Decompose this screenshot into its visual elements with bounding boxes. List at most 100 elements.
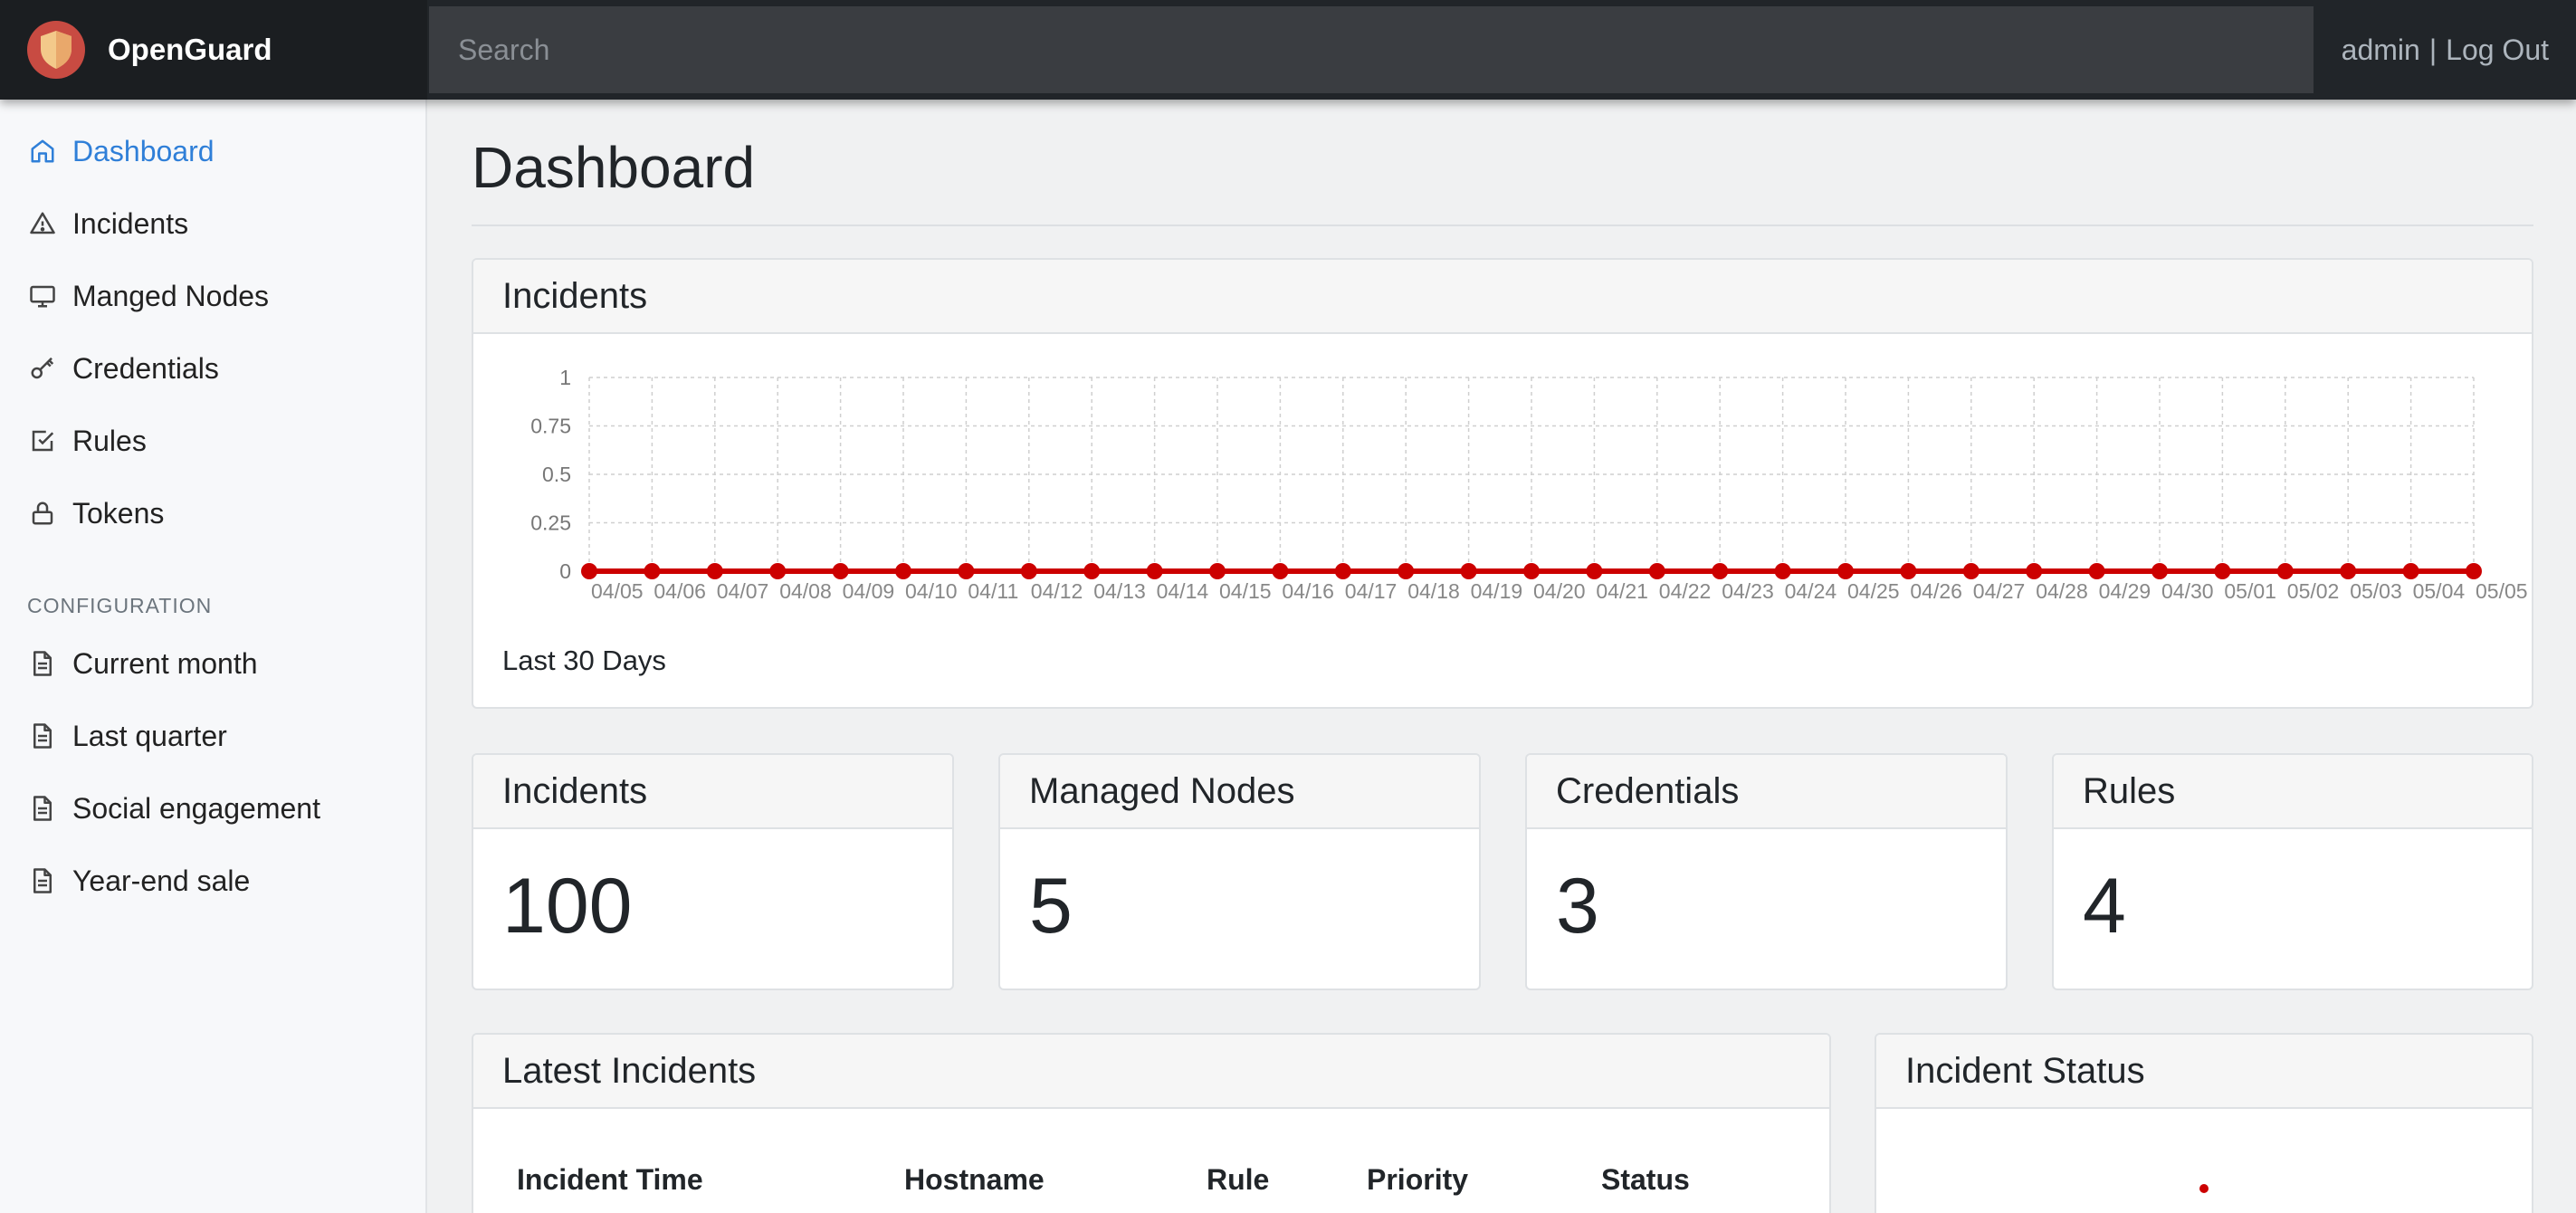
sidebar-item-credentials[interactable]: Credentials xyxy=(27,341,219,396)
data-point xyxy=(1712,563,1729,579)
x-tick-label: 04/24 xyxy=(1785,579,1837,603)
column-header-rule[interactable]: Rule xyxy=(1207,1163,1269,1197)
data-point xyxy=(1272,563,1289,579)
card-header: Incidents xyxy=(473,755,952,829)
column-header-incident-time[interactable]: Incident Time xyxy=(517,1163,703,1197)
x-tick-label: 04/18 xyxy=(1407,579,1460,603)
x-tick-label: 04/23 xyxy=(1722,579,1774,603)
sidebar-item-tokens[interactable]: Tokens xyxy=(27,486,164,540)
data-point xyxy=(1774,563,1791,579)
sidebar-item-managed-nodes[interactable]: Manged Nodes xyxy=(27,269,269,323)
sidebar-item-label: Dashboard xyxy=(72,134,215,167)
stat-value: 3 xyxy=(1556,863,1599,950)
x-tick-label: 04/28 xyxy=(2036,579,2088,603)
sidebar-item-label: Year-end sale xyxy=(72,864,251,897)
sidebar-item-label: Last quarter xyxy=(72,719,227,752)
x-tick-label: 04/20 xyxy=(1533,579,1586,603)
card-header: Credentials xyxy=(1527,755,2006,829)
app-name: OpenGuard xyxy=(108,33,272,66)
x-tick-label: 04/08 xyxy=(779,579,832,603)
data-point xyxy=(1334,563,1351,579)
stat-value: 100 xyxy=(502,863,633,950)
file-text-icon xyxy=(27,793,58,824)
sidebar-item-label: Social engagement xyxy=(72,791,320,825)
column-header-priority[interactable]: Priority xyxy=(1367,1163,1468,1197)
x-tick-label: 04/25 xyxy=(1847,579,1900,603)
x-tick-label: 04/06 xyxy=(654,579,706,603)
search-input[interactable] xyxy=(429,6,2314,93)
column-header-hostname[interactable]: Hostname xyxy=(904,1163,1045,1197)
y-tick-label: 0.75 xyxy=(530,415,571,438)
x-tick-label: 04/05 xyxy=(591,579,644,603)
sidebar-item-last-quarter[interactable]: Last quarter xyxy=(27,709,227,763)
page-title: Dashboard xyxy=(472,135,756,200)
y-tick-label: 0.5 xyxy=(542,463,571,486)
data-point xyxy=(2088,563,2105,579)
user-separator: | xyxy=(2428,33,2438,66)
sidebar-item-label: Rules xyxy=(72,424,147,457)
incident-status-chart xyxy=(2199,1184,2209,1193)
stat-value: 4 xyxy=(2083,863,2126,950)
data-point xyxy=(2466,563,2482,579)
x-tick-label: 05/03 xyxy=(2350,579,2402,603)
file-text-icon xyxy=(27,865,58,896)
x-tick-label: 05/02 xyxy=(2287,579,2340,603)
latest-incidents-card: Latest Incidents Incident Time Hostname … xyxy=(472,1033,1831,1213)
incidents-chart-card: Incidents 0 0.25 0.5 0.75 1 04/05 04/06 04/07 04… xyxy=(472,258,2533,709)
x-tick-label: 04/29 xyxy=(2099,579,2151,603)
data-point xyxy=(958,563,975,579)
sidebar: Dashboard Incidents Manged Nodes Credent… xyxy=(0,100,427,1213)
data-point xyxy=(895,563,911,579)
check-square-icon xyxy=(27,425,58,456)
data-point xyxy=(1837,563,1854,579)
x-tick-label: 05/05 xyxy=(2476,579,2528,603)
data-point xyxy=(1523,563,1540,579)
sidebar-item-incidents[interactable]: Incidents xyxy=(27,196,188,251)
x-tick-label: 04/11 xyxy=(968,579,1018,603)
x-tick-label: 04/13 xyxy=(1093,579,1146,603)
data-point xyxy=(2026,563,2043,579)
data-point xyxy=(2340,563,2357,579)
file-text-icon xyxy=(27,648,58,679)
top-navbar: OpenGuard admin | Log Out xyxy=(0,0,2576,100)
incident-status-card: Incident Status xyxy=(1875,1033,2533,1213)
x-tick-label: 04/10 xyxy=(905,579,958,603)
data-point xyxy=(1020,563,1037,579)
data-point xyxy=(1962,563,1980,579)
x-tick-label: 04/21 xyxy=(1596,579,1648,603)
sidebar-item-label: Current month xyxy=(72,646,258,680)
x-tick-label: 04/15 xyxy=(1219,579,1272,603)
logout-link[interactable]: Log Out xyxy=(2446,33,2549,67)
card-header: Rules xyxy=(2054,755,2532,829)
card-header: Incident Status xyxy=(1876,1035,2532,1109)
card-header: Latest Incidents xyxy=(473,1035,1829,1109)
x-tick-label: 05/04 xyxy=(2413,579,2466,603)
data-point xyxy=(1209,563,1226,579)
x-tick-label: 04/09 xyxy=(843,579,895,603)
stat-card-incidents[interactable]: Incidents 100 xyxy=(472,753,954,990)
sidebar-item-current-month[interactable]: Current month xyxy=(27,636,258,691)
card-header: Incidents xyxy=(473,260,2532,334)
configuration-heading: CONFIGURATION xyxy=(27,594,213,617)
sidebar-item-social-engagement[interactable]: Social engagement xyxy=(27,781,320,836)
data-point xyxy=(2214,563,2231,579)
sidebar-item-rules[interactable]: Rules xyxy=(27,414,147,468)
stat-card-credentials[interactable]: Credentials 3 xyxy=(1525,753,2008,990)
data-point xyxy=(581,563,597,579)
key-icon xyxy=(27,353,58,384)
sidebar-item-dashboard[interactable]: Dashboard xyxy=(27,124,215,178)
sidebar-item-label: Tokens xyxy=(72,496,165,530)
data-point xyxy=(1146,563,1163,579)
data-point xyxy=(2151,563,2168,579)
column-header-status[interactable]: Status xyxy=(1601,1163,1690,1197)
x-tick-label: 04/14 xyxy=(1157,579,1209,603)
brand[interactable]: OpenGuard xyxy=(0,0,427,100)
shield-logo-icon xyxy=(27,21,85,79)
title-divider xyxy=(472,224,2533,226)
incidents-line-chart: 0 0.25 0.5 0.75 1 04/05 04/06 04/07 04/08 04/09 04… xyxy=(530,366,2528,603)
data-point xyxy=(1900,563,1917,579)
sidebar-item-year-end-sale[interactable]: Year-end sale xyxy=(27,854,250,908)
stat-card-managed-nodes[interactable]: Managed Nodes 5 xyxy=(998,753,1481,990)
x-tick-label: 04/26 xyxy=(1910,579,1962,603)
stat-card-rules[interactable]: Rules 4 xyxy=(2052,753,2533,990)
